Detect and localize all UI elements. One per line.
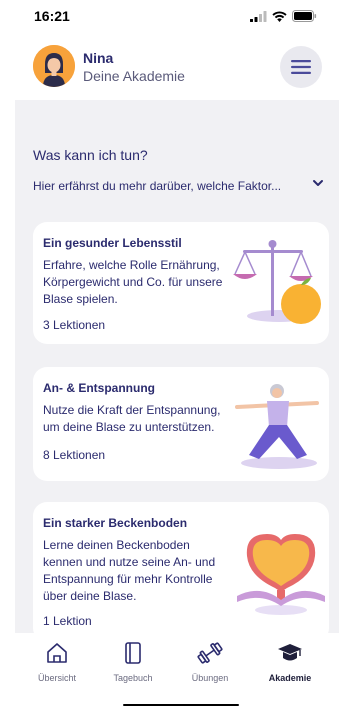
header: Nina Deine Akademie [0,34,339,100]
course-card-pelvic-floor[interactable]: Ein starker Beckenboden Lerne deinen Bec… [33,502,329,633]
wifi-icon [272,10,287,22]
tab-label: Übersicht [37,673,76,683]
tab-label: Übungen [191,673,229,683]
content-area[interactable]: Was kann ich tun? Hier erfährst du mehr … [15,100,339,633]
bladder-illustration [237,534,325,615]
graduation-cap-icon [278,644,302,661]
dumbbell-icon [197,642,223,664]
card-lessons-count: 3 Lektionen [43,318,106,332]
tab-label: Akademie [268,673,312,683]
status-icons [250,10,317,22]
section-description[interactable]: Hier erfährst du mehr darüber, welche Fa… [33,179,293,193]
yoga-pose-illustration [235,384,319,469]
card-title: An- & Entspannung [43,381,155,395]
tab-exercises[interactable]: Übungen [175,641,245,683]
home-icon [47,643,67,663]
tab-diary[interactable]: Tagebuch [98,641,168,683]
hamburger-icon [291,60,311,74]
avatar-illustration [33,45,75,87]
avatar[interactable] [33,45,75,87]
user-subtitle: Deine Akademie [83,68,185,84]
course-card-relaxation[interactable]: An- & Entspannung Nutze die Kraft der En… [33,367,329,481]
tab-label: Tagebuch [113,673,153,683]
tab-academy[interactable]: Akademie [255,641,325,683]
bottom-tab-bar: Übersicht Tagebuch Übungen Akademie [0,633,339,706]
chevron-down-icon[interactable] [311,176,325,190]
status-bar: 16:21 [0,0,339,34]
card-title: Ein gesunder Lebensstil [43,236,182,250]
notebook-icon [125,642,141,664]
card-lessons-count: 1 Lektion [43,614,92,628]
card-title: Ein starker Beckenboden [43,516,188,530]
course-card-lifestyle[interactable]: Ein gesunder Lebensstil Erfahre, welche … [33,222,329,344]
tab-overview[interactable]: Übersicht [22,641,92,683]
card-description: Lerne deinen Beckenboden kennen und nutz… [43,538,216,603]
battery-icon [292,10,317,22]
user-name: Nina [83,50,114,66]
section-title: Was kann ich tun? [33,147,148,163]
scale-apple-illustration [233,240,321,324]
card-lessons-count: 8 Lektionen [43,448,106,462]
menu-button[interactable] [280,46,322,88]
status-time: 16:21 [34,8,70,24]
card-description: Nutze die Kraft der Entspannung, um dein… [43,403,221,434]
card-description: Erfahre, welche Rolle Ernährung, Körperg… [43,258,223,306]
signal-icon [250,10,267,22]
